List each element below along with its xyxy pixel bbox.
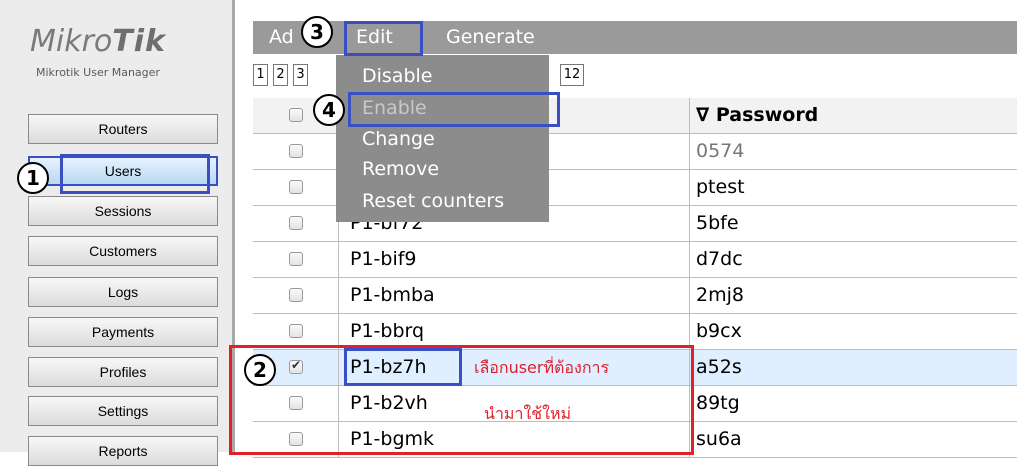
step-badge-3: 3 bbox=[301, 16, 333, 48]
mikrotik-logo: MikroTik bbox=[30, 24, 166, 59]
row-checkbox[interactable] bbox=[289, 252, 303, 266]
password-cell: ptest bbox=[696, 176, 745, 198]
row-checkbox[interactable] bbox=[289, 180, 303, 194]
username-cell: P1-bmba bbox=[338, 278, 690, 313]
step-badge-4: 4 bbox=[313, 94, 345, 126]
sidebar-item-payments[interactable]: Payments bbox=[28, 317, 218, 347]
password-cell: 89tg bbox=[696, 392, 740, 414]
username-cell: P1-bbrq bbox=[338, 314, 690, 349]
menu-generate[interactable]: Generate bbox=[446, 21, 535, 54]
page-link-12[interactable]: 12 bbox=[560, 64, 584, 86]
page-link-2[interactable]: 2 bbox=[273, 64, 288, 86]
password-cell: 5bfe bbox=[696, 212, 739, 234]
step-badge-1: 1 bbox=[17, 162, 49, 194]
sidebar-item-routers[interactable]: Routers bbox=[28, 114, 218, 144]
sidebar-item-profiles[interactable]: Profiles bbox=[28, 357, 218, 387]
highlight-enable-box bbox=[348, 92, 560, 127]
app-subtitle: Mikrotik User Manager bbox=[36, 66, 160, 79]
row-checkbox[interactable] bbox=[289, 144, 303, 158]
password-cell: b9cx bbox=[696, 320, 742, 342]
password-cell: a52s bbox=[696, 356, 742, 378]
password-cell: 2mj8 bbox=[696, 284, 744, 306]
highlight-selection-box bbox=[229, 345, 694, 455]
sidebar-item-sessions[interactable]: Sessions bbox=[28, 196, 218, 226]
row-checkbox[interactable] bbox=[289, 216, 303, 230]
sidebar: MikroTik Mikrotik User Manager Routers U… bbox=[0, 0, 232, 466]
highlight-edit-box bbox=[344, 21, 423, 56]
password-header[interactable]: ∇ Password bbox=[690, 98, 1017, 133]
sidebar-item-customers[interactable]: Customers bbox=[28, 236, 218, 266]
annotation-note-line1: เลือกuserที่ต้องการ bbox=[474, 358, 610, 377]
menu-item-change[interactable]: Change bbox=[362, 126, 435, 153]
highlight-users-box bbox=[60, 154, 210, 194]
password-cell: d7dc bbox=[696, 248, 743, 270]
password-cell: 0574 bbox=[696, 140, 745, 162]
table-row[interactable]: P1-bif9 d7dc bbox=[253, 242, 1017, 278]
select-all-checkbox[interactable] bbox=[289, 108, 303, 122]
edit-dropdown-menu: Disable Enable Change Remove Reset count… bbox=[336, 55, 549, 222]
sidebar-item-logs[interactable]: Logs bbox=[28, 277, 218, 307]
table-row[interactable]: P1-bmba 2mj8 bbox=[253, 278, 1017, 314]
annotation-note-line2: นำมาใช้ใหม่ bbox=[484, 404, 572, 423]
menu-add[interactable]: Ad bbox=[269, 21, 294, 54]
page-link-1[interactable]: 1 bbox=[253, 64, 268, 86]
row-checkbox[interactable] bbox=[289, 324, 303, 338]
username-cell: P1-bif9 bbox=[338, 242, 690, 277]
sidebar-item-settings[interactable]: Settings bbox=[28, 396, 218, 426]
row-checkbox[interactable] bbox=[289, 288, 303, 302]
page-link-3[interactable]: 3 bbox=[293, 64, 308, 86]
menu-item-disable[interactable]: Disable bbox=[362, 63, 432, 90]
menu-item-remove[interactable]: Remove bbox=[362, 156, 439, 183]
menu-item-reset-counters[interactable]: Reset counters bbox=[362, 188, 504, 215]
sidebar-item-reports[interactable]: Reports bbox=[28, 436, 218, 466]
step-badge-2: 2 bbox=[244, 354, 276, 386]
